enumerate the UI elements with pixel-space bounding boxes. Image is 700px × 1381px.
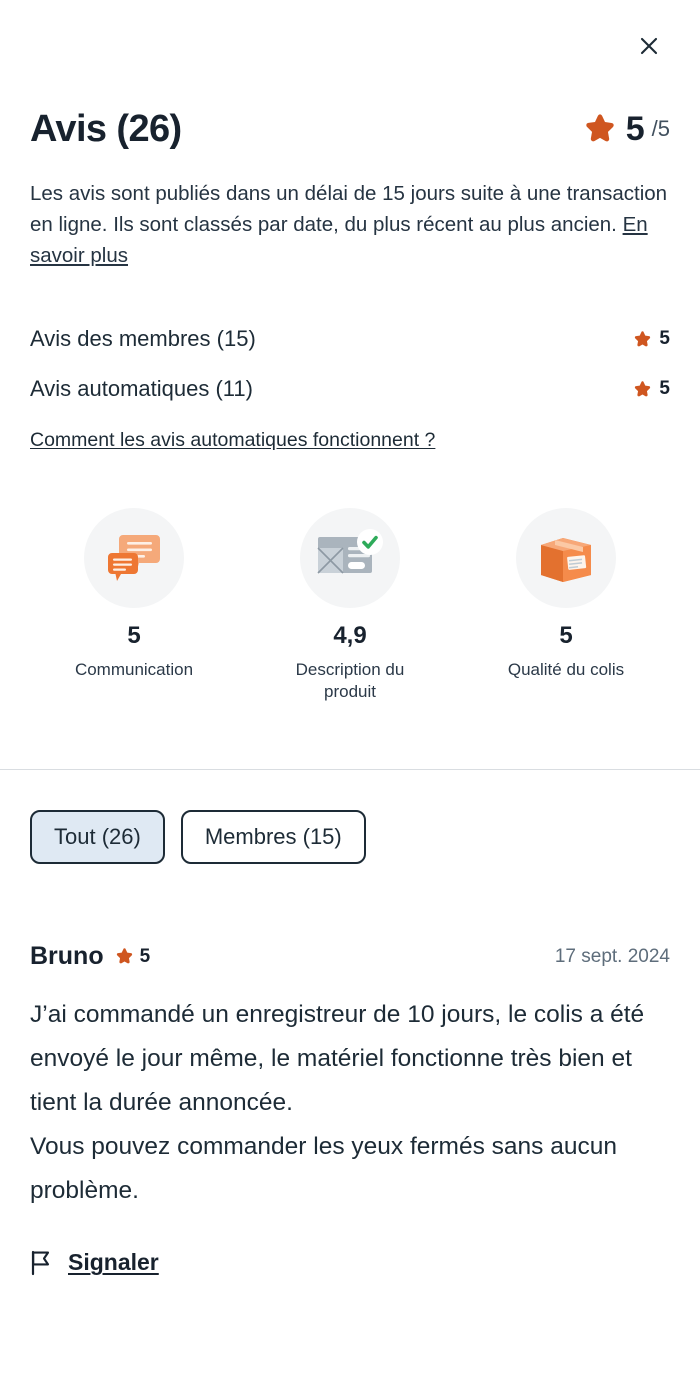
criterion-label: Communication bbox=[74, 660, 194, 680]
criterion-icon-circle bbox=[516, 508, 616, 609]
overall-score: 5 bbox=[625, 110, 645, 148]
review-rating-value: 5 bbox=[139, 945, 151, 967]
criterion-label: Qualité du colis bbox=[507, 660, 625, 680]
review-item: Bruno 5 17 sept. 2024 J’ai commandé un e… bbox=[0, 942, 700, 1276]
section-divider bbox=[0, 769, 700, 771]
panel-header-bar bbox=[0, 0, 700, 92]
close-icon bbox=[640, 37, 658, 55]
intro-text: Les avis sont publiés dans un délai de 1… bbox=[30, 182, 668, 236]
criterion-label: Description du produit bbox=[295, 660, 405, 702]
speech-bubbles-icon bbox=[108, 535, 160, 582]
criterion-icon-circle bbox=[84, 508, 184, 609]
review-author-name: Bruno bbox=[30, 942, 104, 971]
star-icon bbox=[635, 330, 651, 347]
overall-rating: 5 /5 bbox=[583, 112, 670, 146]
criterion-score: 4,9 bbox=[333, 622, 367, 650]
review-filters: Tout (26) Membres (15) bbox=[0, 810, 700, 865]
report-label: Signaler bbox=[68, 1249, 159, 1276]
review-header: Bruno 5 17 sept. 2024 bbox=[30, 942, 670, 971]
flag-icon bbox=[31, 1250, 50, 1275]
report-review-button[interactable]: Signaler bbox=[30, 1249, 670, 1276]
how-automatic-reviews-work-link[interactable]: Comment les avis automatiques fonctionne… bbox=[30, 429, 435, 452]
star-icon bbox=[116, 948, 132, 964]
filter-chip-all[interactable]: Tout (26) bbox=[30, 810, 165, 865]
criterion-product-description: 4,9 Description du produit bbox=[242, 508, 458, 703]
review-author-block: Bruno 5 bbox=[30, 942, 150, 971]
breakdown-score: 5 bbox=[633, 378, 670, 400]
review-body-text: J’ai commandé un enregistreur de 10 jour… bbox=[30, 1001, 645, 1205]
product-description-check-icon bbox=[317, 529, 383, 574]
criterion-communication: 5 Communication bbox=[26, 508, 242, 703]
criterion-package-quality: 5 Qualité du colis bbox=[458, 508, 674, 703]
breakdown-label: Avis automatiques (11) bbox=[30, 376, 253, 402]
reviews-panel: Avis (26) 5 /5 Les avis sont publiés dan… bbox=[0, 0, 700, 1381]
review-date: 17 sept. 2024 bbox=[554, 945, 670, 967]
intro-paragraph: Les avis sont publiés dans un délai de 1… bbox=[0, 178, 700, 271]
reviews-breakdown: Avis des membres (15) 5 Avis automatique… bbox=[0, 326, 700, 452]
criterion-score: 5 bbox=[559, 622, 573, 650]
breakdown-score-value: 5 bbox=[659, 328, 670, 350]
review-rating: 5 bbox=[115, 945, 151, 968]
star-icon bbox=[635, 381, 651, 397]
title-row: Avis (26) 5 /5 bbox=[0, 110, 700, 148]
filter-chip-members[interactable]: Membres (15) bbox=[180, 810, 366, 865]
criterion-icon-circle bbox=[300, 508, 400, 609]
breakdown-score: 5 bbox=[633, 328, 670, 350]
close-button[interactable] bbox=[632, 29, 666, 63]
page-title: Avis (26) bbox=[30, 108, 182, 150]
package-box-icon bbox=[541, 538, 591, 583]
overall-score-denominator: /5 bbox=[651, 116, 670, 141]
breakdown-row-member-reviews: Avis des membres (15) 5 bbox=[30, 326, 670, 351]
breakdown-score-value: 5 bbox=[659, 378, 670, 400]
criteria-scores: 5 Communication 4,9 Description du produ… bbox=[0, 508, 700, 703]
star-icon bbox=[586, 114, 614, 142]
criterion-score: 5 bbox=[127, 622, 141, 650]
breakdown-label: Avis des membres (15) bbox=[30, 326, 256, 351]
breakdown-row-automatic-reviews: Avis automatiques (11) 5 bbox=[30, 376, 670, 402]
